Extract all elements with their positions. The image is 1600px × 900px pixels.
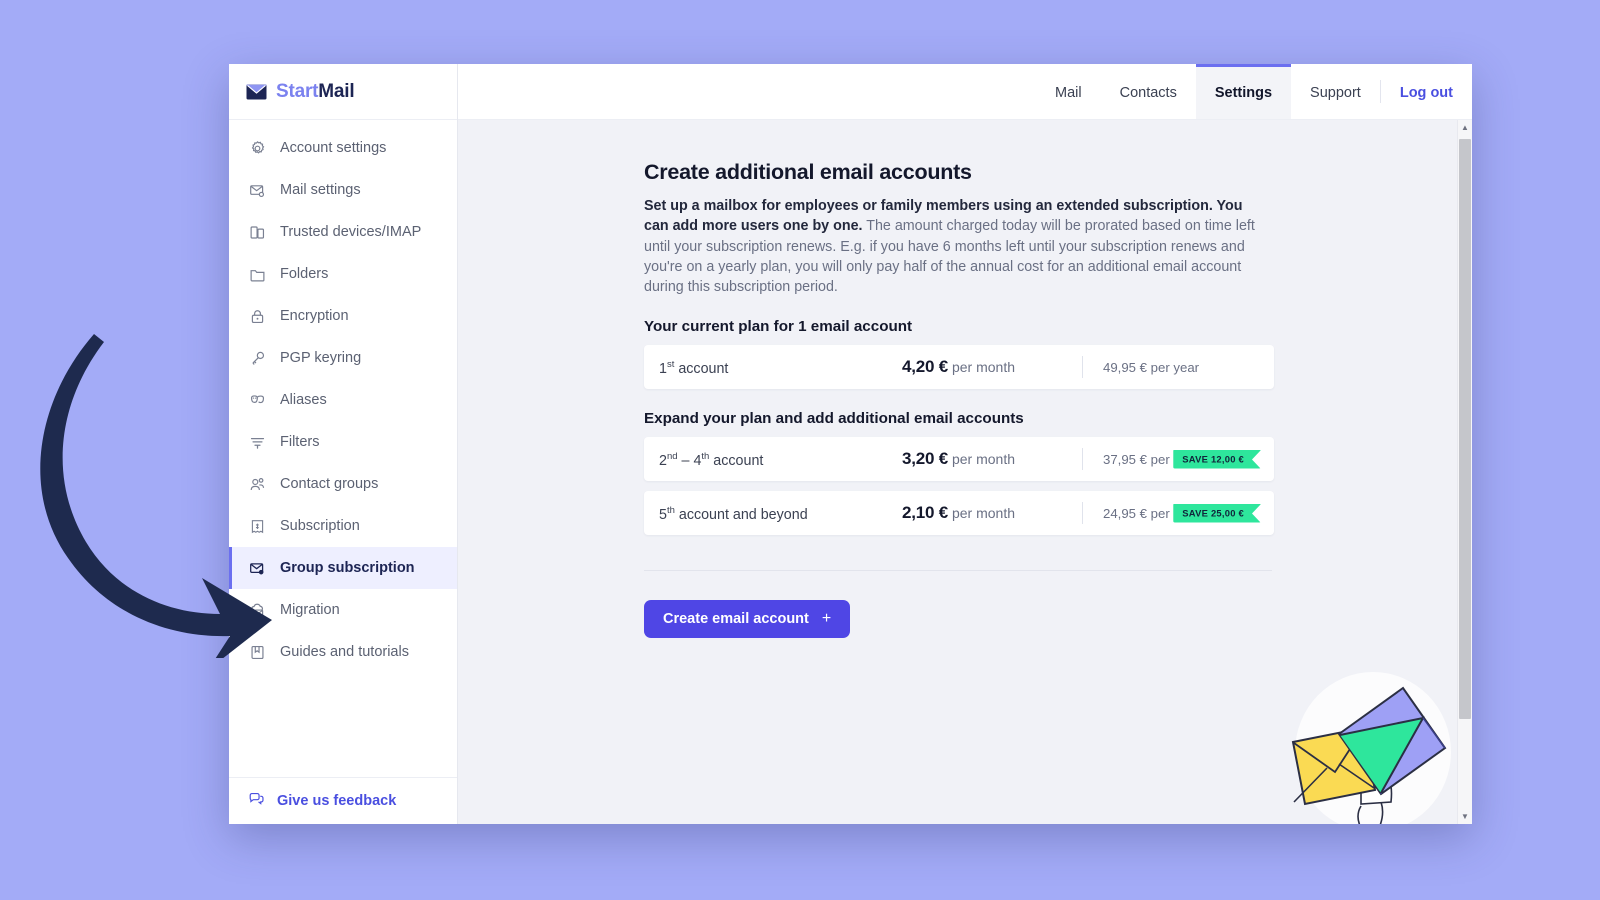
content-wrapper: Create additional email accounts Set up … xyxy=(458,120,1472,824)
envelope-user-icon xyxy=(248,559,267,578)
top-navigation: Mail Contacts Settings Support Log out xyxy=(458,64,1472,120)
scrollbar-track[interactable] xyxy=(1458,135,1472,809)
tab-mail[interactable]: Mail xyxy=(1036,64,1101,119)
plan-monthly-unit: per month xyxy=(951,505,1016,522)
save-badge: SAVE 12,00 € xyxy=(1173,449,1261,469)
filter-icon xyxy=(248,433,267,452)
sidebar-item-label: Migration xyxy=(280,602,340,618)
plan-row-2-4: 2nd – 4th account 3,20 € per month 37,95… xyxy=(644,437,1274,482)
sidebar-item-pgp-keyring[interactable]: PGP keyring xyxy=(229,337,457,379)
vertical-scrollbar[interactable]: ▲ ▼ xyxy=(1457,120,1472,824)
plan-tier-label: 1st account xyxy=(644,359,902,377)
sidebar-item-contact-groups[interactable]: Contact groups xyxy=(229,463,457,505)
expand-plan-heading: Expand your plan and add additional emai… xyxy=(644,410,1024,428)
sidebar-item-label: Aliases xyxy=(280,392,327,408)
sidebar-item-folders[interactable]: Folders xyxy=(229,253,457,295)
sidebar-item-label: PGP keyring xyxy=(280,350,362,366)
scroll-up-button[interactable]: ▲ xyxy=(1458,120,1472,135)
cloud-mail-icon xyxy=(248,601,267,620)
brand-name-part2: Mail xyxy=(318,80,355,102)
sidebar-item-aliases[interactable]: Aliases xyxy=(229,379,457,421)
scroll-down-button[interactable]: ▼ xyxy=(1458,809,1472,824)
main-pane: Mail Contacts Settings Support Log out C… xyxy=(458,64,1472,824)
sidebar: StartMail Account settings Mail settings… xyxy=(229,64,458,824)
sidebar-item-migration[interactable]: Migration xyxy=(229,589,457,631)
devices-icon xyxy=(248,223,267,242)
sidebar-item-filters[interactable]: Filters xyxy=(229,421,457,463)
sidebar-item-label: Encryption xyxy=(280,308,349,324)
plan-monthly-price: 4,20 € xyxy=(902,357,949,377)
envelopes-illustration xyxy=(1291,672,1451,824)
plan-monthly-price: 2,10 € xyxy=(902,503,949,523)
create-email-account-button[interactable]: Create email account + xyxy=(644,600,851,639)
plan-row-5-beyond: 5th account and beyond 2,10 € per month … xyxy=(644,491,1274,536)
save-badge: SAVE 25,00 € xyxy=(1173,503,1261,523)
sidebar-item-label: Mail settings xyxy=(280,182,361,198)
sidebar-item-label: Guides and tutorials xyxy=(280,644,409,660)
envelope-icon xyxy=(246,84,267,99)
tab-support[interactable]: Support xyxy=(1291,64,1380,119)
brand-logo[interactable]: StartMail xyxy=(229,64,457,120)
plan-monthly: 3,20 € per month xyxy=(902,449,1082,469)
sidebar-item-account-settings[interactable]: Account settings xyxy=(229,127,457,169)
current-plan-heading: Your current plan for 1 email account xyxy=(644,318,913,336)
sidebar-item-group-subscription[interactable]: Group subscription xyxy=(229,547,457,589)
key-icon xyxy=(248,349,267,368)
log-out-button[interactable]: Log out xyxy=(1381,64,1472,119)
masks-icon xyxy=(248,391,267,410)
tier-ordinal: nd xyxy=(666,450,678,462)
chat-bubbles-icon xyxy=(248,790,265,812)
settings-content: Create additional email accounts Set up … xyxy=(458,120,1457,824)
people-icon xyxy=(248,475,267,494)
give-us-feedback-button[interactable]: Give us feedback xyxy=(229,777,457,824)
plan-monthly: 4,20 € per month xyxy=(902,357,1082,377)
tier-number: 5 xyxy=(659,506,667,523)
sidebar-item-guides-tutorials[interactable]: Guides and tutorials xyxy=(229,631,457,673)
brand-name: StartMail xyxy=(276,80,355,103)
browser-window: StartMail Account settings Mail settings… xyxy=(229,64,1472,824)
tab-settings[interactable]: Settings xyxy=(1195,64,1292,119)
plan-tier-label: 2nd – 4th account xyxy=(659,450,764,469)
tab-contacts[interactable]: Contacts xyxy=(1101,64,1196,119)
book-icon xyxy=(248,643,267,662)
folder-icon xyxy=(248,265,267,284)
plan-monthly-unit: per month xyxy=(951,451,1016,468)
tier-ordinal: th xyxy=(666,504,675,516)
plan-row-current: 1st account 4,20 € per month 49,95 € per… xyxy=(644,345,1274,390)
plan-monthly: 2,10 € per month xyxy=(902,503,1082,523)
receipt-icon xyxy=(248,517,267,536)
sidebar-item-label: Contact groups xyxy=(280,476,379,492)
plan-monthly-unit: per month xyxy=(951,359,1016,376)
lock-icon xyxy=(248,307,267,326)
plan-monthly-price: 3,20 € xyxy=(902,449,949,469)
sidebar-item-mail-settings[interactable]: Mail settings xyxy=(229,169,457,211)
envelope-gear-icon xyxy=(248,181,267,200)
tier-suffix: account xyxy=(709,452,764,469)
page-title: Create additional email accounts xyxy=(644,160,972,184)
brand-name-part1: Start xyxy=(276,80,319,102)
sidebar-item-label: Filters xyxy=(280,434,320,450)
plus-icon: + xyxy=(821,610,832,628)
plan-tier-label: 5th account and beyond xyxy=(644,505,902,523)
sidebar-item-label: Group subscription xyxy=(280,560,415,576)
sidebar-item-label: Trusted devices/IMAP xyxy=(280,224,422,240)
sidebar-nav: Account settings Mail settings Trusted d… xyxy=(229,120,457,777)
gear-icon xyxy=(248,139,267,158)
sidebar-item-encryption[interactable]: Encryption xyxy=(229,295,457,337)
tier-suffix: account and beyond xyxy=(674,506,808,523)
scrollbar-thumb[interactable] xyxy=(1459,139,1471,719)
tier-number: 1 xyxy=(659,360,667,377)
sidebar-item-label: Account settings xyxy=(280,140,387,156)
tier-suffix: account xyxy=(674,360,729,377)
intro-paragraph: Set up a mailbox for employees or family… xyxy=(644,196,1262,297)
sidebar-item-label: Subscription xyxy=(280,518,360,534)
sidebar-item-label: Folders xyxy=(280,266,329,282)
create-email-account-label: Create email account xyxy=(663,611,809,628)
section-divider xyxy=(644,570,1272,572)
tier-number: 2 xyxy=(659,452,667,469)
plan-yearly: 49,95 € per year xyxy=(1103,359,1200,375)
sidebar-item-subscription[interactable]: Subscription xyxy=(229,505,457,547)
sidebar-item-trusted-devices[interactable]: Trusted devices/IMAP xyxy=(229,211,457,253)
give-us-feedback-label: Give us feedback xyxy=(277,793,397,809)
